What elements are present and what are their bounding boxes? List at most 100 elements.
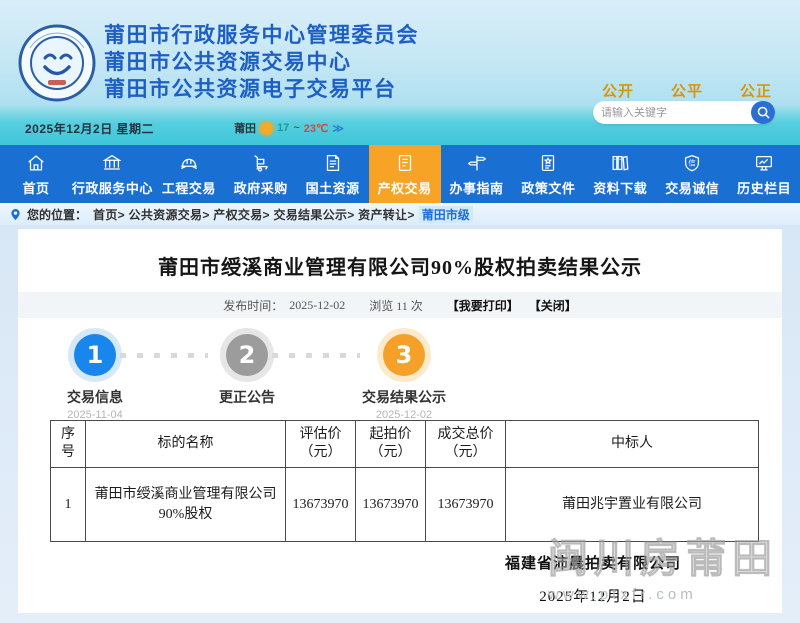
nav-item-guide[interactable]: 办事指南	[441, 145, 513, 203]
step-ring: 2	[220, 328, 274, 382]
nav-label: 资料下载	[593, 178, 647, 197]
nav-item-integrity[interactable]: 信 交易诚信	[656, 145, 728, 203]
step-result-publicity[interactable]: 3 交易结果公示 2025-12-02	[344, 328, 464, 421]
nav-label: 历史栏目	[737, 178, 791, 197]
slogan-fair: 公平	[671, 80, 703, 101]
bank-icon	[101, 152, 123, 174]
document-footer: 福建省沛晨拍卖有限公司 2025年12月2日	[18, 552, 782, 606]
step-number: 3	[396, 341, 413, 369]
col-header-winner: 中标人	[506, 421, 759, 468]
step-trade-info[interactable]: 1 交易信息 2025-11-04	[35, 328, 155, 421]
cell-eval-price: 13673970	[286, 468, 356, 542]
nav-item-engineering[interactable]: 工程交易	[153, 145, 225, 203]
books-icon	[609, 152, 631, 174]
slogan-just: 公正	[740, 80, 772, 101]
signpost-icon	[466, 152, 488, 174]
step-label: 更正公告	[187, 387, 307, 407]
auction-result-table: 序号 标的名称 评估价（元） 起拍价（元） 成交总价（元） 中标人 1 莆田市绶…	[50, 420, 759, 542]
step-number: 2	[239, 341, 256, 369]
process-steps: 1 交易信息 2025-11-04 2 更正公告	[18, 328, 782, 420]
cell-total-price: 13673970	[426, 468, 506, 542]
nav-item-land-resources[interactable]: 国土资源	[297, 145, 369, 203]
slogan-open: 公开	[602, 80, 634, 101]
print-button[interactable]: 【我要打印】	[447, 297, 519, 314]
step-ring: 1	[68, 328, 122, 382]
slogans: 公开 公平 公正	[602, 80, 772, 101]
nav-label: 产权交易	[378, 178, 432, 197]
date-weather-bar: 2025年12月2日 星期二 莆田 17 ~ 23℃ ≫	[0, 111, 800, 145]
site-header: 莆田市行政服务中心管理委员会 莆田市公共资源交易中心 莆田市公共资源电子交易平台…	[0, 0, 800, 145]
cell-start-price: 13673970	[356, 468, 426, 542]
step-ring: 3	[377, 328, 431, 382]
col-header-subject: 标的名称	[86, 421, 286, 468]
org-title-2: 莆田市公共资源交易中心	[104, 49, 419, 76]
location-pin-icon	[10, 208, 21, 221]
step-correction-notice[interactable]: 2 更正公告	[187, 328, 307, 409]
certificate-icon	[394, 152, 416, 174]
cell-subject: 莆田市绶溪商业管理有限公司90%股权	[86, 468, 286, 542]
land-doc-icon	[322, 152, 344, 174]
nav-item-downloads[interactable]: 资料下载	[584, 145, 656, 203]
nav-label: 政府采购	[234, 178, 288, 197]
current-date: 2025年12月2日 星期二	[25, 120, 154, 137]
col-header-index: 序号	[51, 421, 86, 468]
document-date: 2025年12月2日	[418, 585, 768, 606]
cell-winner: 莆田兆宇置业有限公司	[506, 468, 759, 542]
shield-icon: 信	[681, 152, 703, 174]
nav-item-policy-files[interactable]: 政策文件	[512, 145, 584, 203]
breadcrumb-trail[interactable]: 首页> 公共资源交易> 产权交易> 交易结果公示> 资产转让>	[93, 206, 415, 223]
breadcrumb-prefix: 您的位置：	[27, 206, 87, 223]
nav-item-procurement[interactable]: 政府采购	[225, 145, 297, 203]
main-nav: 首页 行政服务中心 工程交易 政府采购 国土资源 产权交易 办事指南	[0, 145, 800, 203]
nav-label: 首页	[22, 178, 49, 197]
nav-label: 办事指南	[449, 178, 503, 197]
nav-item-admin-center[interactable]: 行政服务中心	[72, 145, 153, 203]
step-label: 交易结果公示	[344, 387, 464, 407]
weather-more-icon[interactable]: ≫	[332, 122, 344, 135]
org-title-3: 莆田市公共资源电子交易平台	[104, 76, 419, 103]
temp-separator: ~	[293, 122, 299, 134]
col-header-total-price: 成交总价（元）	[426, 421, 506, 468]
breadcrumb-current[interactable]: 莆田市级	[419, 206, 473, 223]
step-date: 2025-12-02	[344, 409, 464, 421]
cell-index: 1	[51, 468, 86, 542]
step-number-badge: 2	[226, 334, 268, 376]
temp-low: 17	[277, 122, 289, 134]
trolley-icon	[250, 152, 272, 174]
publish-info-bar: 发布时间： 2025-12-02 浏览 11 次 【我要打印】 【关闭】	[18, 292, 782, 318]
step-date: 2025-11-04	[35, 409, 155, 421]
org-titles: 莆田市行政服务中心管理委员会 莆田市公共资源交易中心 莆田市公共资源电子交易平台	[104, 22, 419, 103]
view-count: 浏览 11 次	[369, 297, 423, 314]
content-card: 莆田市绶溪商业管理有限公司90%股权拍卖结果公示 发布时间： 2025-12-02…	[18, 229, 782, 613]
publish-time-label: 发布时间：	[223, 297, 283, 314]
hardhat-icon	[178, 152, 200, 174]
auction-company-name: 福建省沛晨拍卖有限公司	[418, 552, 768, 573]
svg-text:信: 信	[689, 158, 696, 167]
nav-label: 国土资源	[306, 178, 360, 197]
nav-label: 工程交易	[162, 178, 216, 197]
table-row: 1 莆田市绶溪商业管理有限公司90%股权 13673970 13673970 1…	[51, 468, 759, 542]
nav-item-property-rights[interactable]: 产权交易	[369, 145, 441, 203]
page-title: 莆田市绶溪商业管理有限公司90%股权拍卖结果公示	[18, 229, 782, 280]
policy-doc-icon	[537, 152, 559, 174]
nav-label: 政策文件	[521, 178, 575, 197]
nav-label: 行政服务中心	[72, 178, 153, 197]
nav-item-history[interactable]: 历史栏目	[728, 145, 800, 203]
nav-label: 交易诚信	[665, 178, 719, 197]
home-icon	[25, 152, 47, 174]
sun-icon	[260, 122, 273, 135]
temp-high: 23℃	[304, 122, 329, 135]
step-number-badge: 3	[383, 334, 425, 376]
nav-item-home[interactable]: 首页	[0, 145, 72, 203]
close-button[interactable]: 【关闭】	[529, 297, 577, 314]
table-header-row: 序号 标的名称 评估价（元） 起拍价（元） 成交总价（元） 中标人	[51, 421, 759, 468]
page-background: 莆田市绶溪商业管理有限公司90%股权拍卖结果公示 发布时间： 2025-12-02…	[0, 225, 800, 623]
weather-city: 莆田	[234, 120, 256, 136]
col-header-start-price: 起拍价（元）	[356, 421, 426, 468]
breadcrumb: 您的位置： 首页> 公共资源交易> 产权交易> 交易结果公示> 资产转让> 莆田…	[0, 203, 800, 225]
weather-widget: 莆田 17 ~ 23℃ ≫	[234, 120, 344, 136]
step-number: 1	[87, 341, 104, 369]
org-title-1: 莆田市行政服务中心管理委员会	[104, 22, 419, 49]
monitor-icon	[753, 152, 775, 174]
publish-date: 2025-12-02	[289, 298, 345, 313]
